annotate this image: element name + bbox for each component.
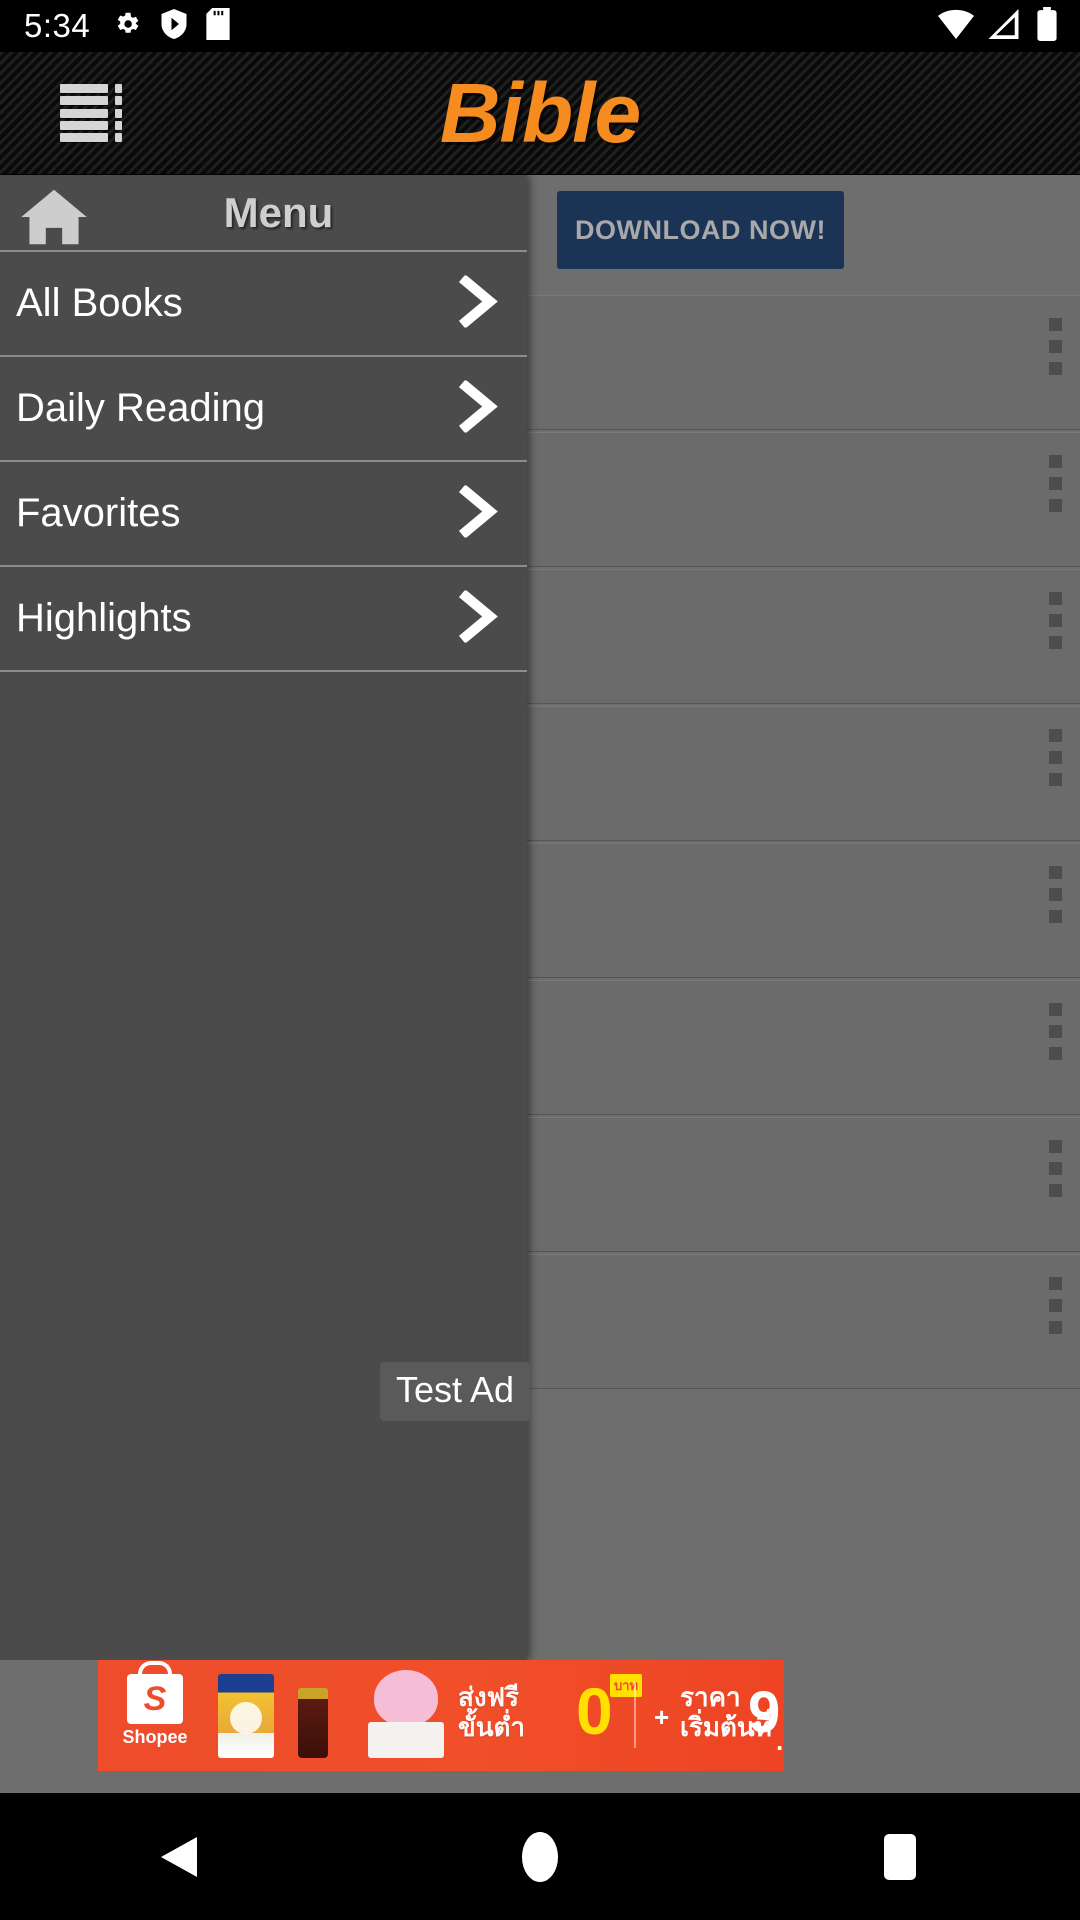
- ad-amount-zero: 0: [576, 1674, 613, 1748]
- battery-icon: [1036, 6, 1058, 46]
- sidebar-item-label: Favorites: [16, 491, 181, 535]
- kebab-menu-icon[interactable]: [1049, 455, 1062, 512]
- ad-product-image-3: [368, 1670, 444, 1758]
- ad-line1: ส่งฟรี: [458, 1682, 519, 1712]
- kebab-menu-icon[interactable]: [1049, 592, 1062, 649]
- kebab-menu-icon[interactable]: [1049, 1140, 1062, 1197]
- navigation-drawer: Menu All Books Daily Reading Favorites H…: [0, 175, 527, 1660]
- android-navigation-bar: [0, 1793, 1080, 1920]
- ad-price-suffix: .-: [776, 1726, 784, 1756]
- status-bar-clock: 5:34: [24, 7, 91, 44]
- sidebar-item-favorites[interactable]: Favorites: [0, 462, 527, 567]
- chevron-right-icon: [458, 588, 502, 647]
- ad-copy: ส่งฟรี ขั้นต่ำ 0 บาท + ราคา เริ่มต้นที่ …: [458, 1660, 784, 1771]
- ad-divider: [634, 1682, 636, 1748]
- ad-amount-unit: บาท: [610, 1674, 643, 1697]
- back-triangle-icon[interactable]: [120, 1793, 240, 1920]
- status-bar-system-icons: [938, 0, 1058, 52]
- kebab-menu-icon[interactable]: [1049, 1277, 1062, 1334]
- chevron-right-icon: [458, 378, 502, 437]
- ad-product-image-1: [218, 1674, 274, 1758]
- sidebar-item-all-books[interactable]: All Books: [0, 252, 527, 357]
- wifi-icon: [938, 9, 974, 44]
- app-bar: Bible: [0, 52, 1080, 175]
- shield-play-icon: [160, 8, 188, 44]
- kebab-menu-icon[interactable]: [1049, 1003, 1062, 1060]
- sidebar-item-label: All Books: [16, 281, 183, 325]
- cellular-signal-icon: [988, 8, 1022, 44]
- kebab-menu-icon[interactable]: [1049, 866, 1062, 923]
- status-bar: 5:34: [0, 0, 1080, 52]
- sidebar-item-highlights[interactable]: Highlights: [0, 567, 527, 672]
- home-icon[interactable]: [18, 187, 90, 252]
- chevron-right-icon: [458, 483, 502, 542]
- shopee-wordmark: Shopee: [122, 1727, 188, 1747]
- drawer-header: Menu: [0, 175, 527, 252]
- shopee-logo: S Shopee: [112, 1674, 198, 1758]
- shopee-bag-icon: S: [127, 1674, 183, 1724]
- phone-screen: 5:34 Bible DOWNLOAD NOW! Menu All Books …: [0, 0, 1080, 1920]
- sidebar-item-label: Highlights: [16, 596, 192, 640]
- ad-line2: ขั้นต่ำ: [458, 1712, 526, 1742]
- sidebar-item-daily-reading[interactable]: Daily Reading: [0, 357, 527, 462]
- app-title: Bible: [439, 66, 641, 160]
- ad-line-free-shipping: ส่งฟรี ขั้นต่ำ: [458, 1682, 525, 1742]
- sidebar-item-label: Daily Reading: [16, 386, 266, 430]
- drawer-empty-space: [0, 672, 527, 1432]
- chevron-right-icon: [458, 273, 502, 332]
- kebab-menu-icon[interactable]: [1049, 318, 1062, 375]
- test-ad-label: Test Ad: [380, 1362, 531, 1421]
- kebab-menu-icon[interactable]: [1049, 729, 1062, 786]
- ad-container: S Shopee ส่งฟรี ขั้นต่ำ 0 บาท + ราคา เริ…: [0, 1660, 1080, 1793]
- sd-card-icon: [206, 7, 230, 45]
- recents-square-icon[interactable]: [840, 1793, 960, 1920]
- ad-product-image-2: [298, 1688, 328, 1758]
- ad-plus-sign: +: [654, 1702, 670, 1732]
- shopee-ad-banner[interactable]: S Shopee ส่งฟรี ขั้นต่ำ 0 บาท + ราคา เริ…: [98, 1660, 784, 1771]
- download-now-button[interactable]: DOWNLOAD NOW!: [557, 191, 844, 269]
- home-circle-icon[interactable]: [480, 1793, 600, 1920]
- gear-icon: [112, 9, 142, 44]
- status-bar-notification-icons: [112, 7, 230, 45]
